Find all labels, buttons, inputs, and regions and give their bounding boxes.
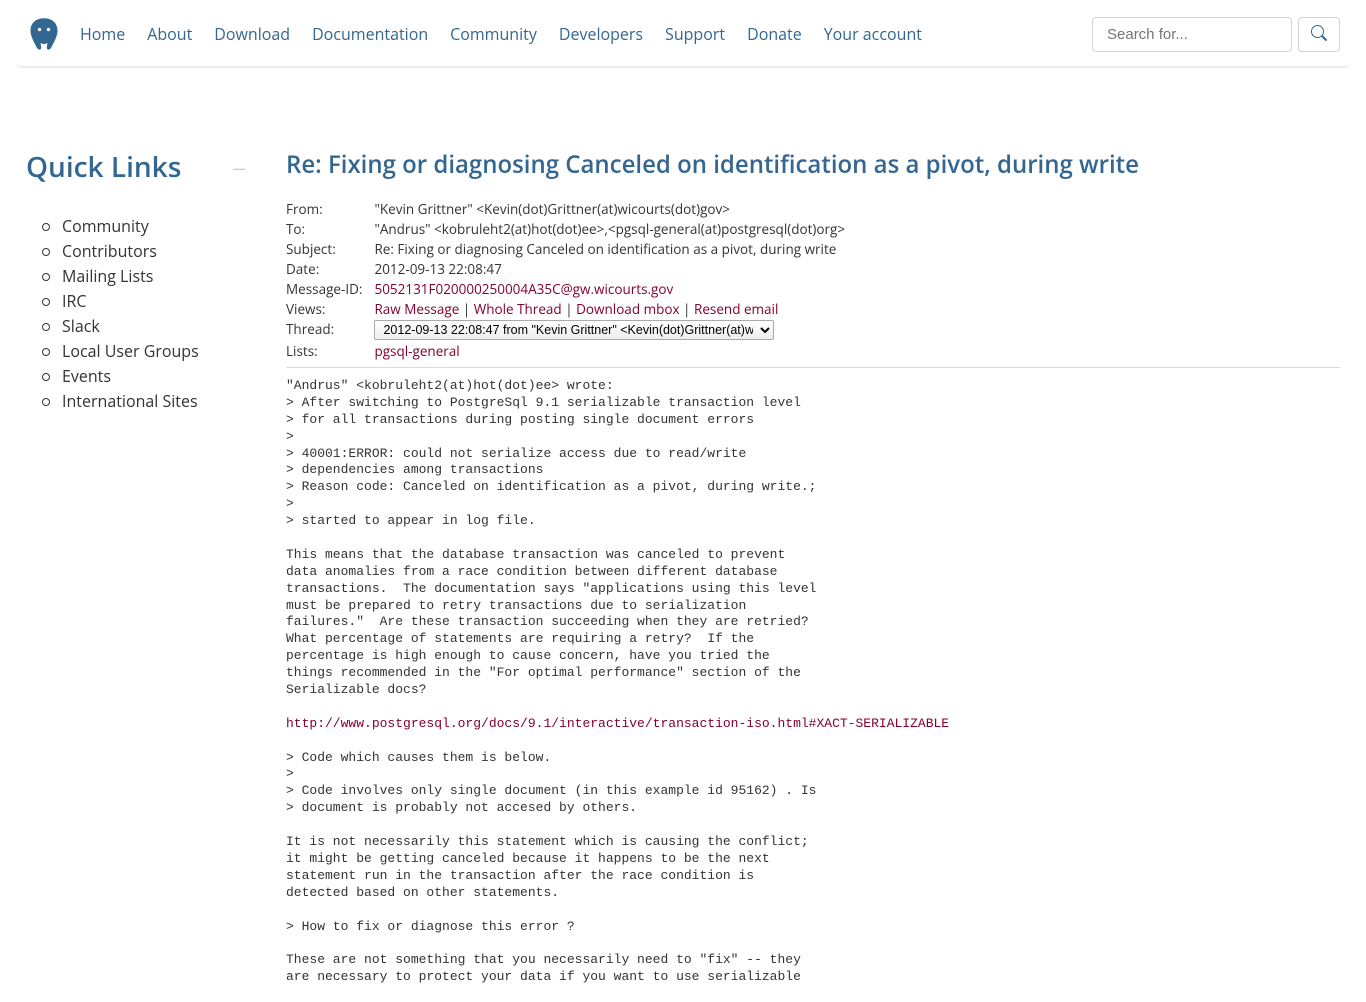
divider bbox=[286, 367, 1340, 368]
body-pre: "Andrus" <kobruleht2(at)hot(dot)ee> wrot… bbox=[286, 378, 817, 697]
main-content: Re: Fixing or diagnosing Canceled on ide… bbox=[286, 148, 1340, 986]
nav-home[interactable]: Home bbox=[80, 23, 125, 45]
message-metadata: From: "Kevin Grittner" <Kevin(dot)Grittn… bbox=[286, 199, 845, 361]
search-icon bbox=[1311, 25, 1327, 44]
sidebar-heading[interactable]: Quick Links bbox=[26, 148, 246, 186]
body-link[interactable]: http://www.postgresql.org/docs/9.1/inter… bbox=[286, 716, 949, 731]
raw-message-link[interactable]: Raw Message bbox=[374, 300, 459, 318]
sidebar-contributors[interactable]: Contributors bbox=[62, 240, 157, 262]
nav-developers[interactable]: Developers bbox=[559, 23, 643, 45]
search-group bbox=[1092, 17, 1340, 52]
sidebar-community[interactable]: Community bbox=[62, 215, 149, 237]
meta-subject-value: Re: Fixing or diagnosing Canceled on ide… bbox=[374, 239, 845, 259]
thread-select[interactable]: 2012-09-13 22:08:47 from "Kevin Grittner… bbox=[374, 320, 774, 340]
meta-from-label: From: bbox=[286, 199, 374, 219]
search-button[interactable] bbox=[1298, 17, 1340, 52]
nav-community[interactable]: Community bbox=[450, 23, 537, 45]
meta-subject-label: Subject: bbox=[286, 239, 374, 259]
meta-lists-label: Lists: bbox=[286, 341, 374, 361]
nav-donate[interactable]: Donate bbox=[747, 23, 802, 45]
sidebar-slack[interactable]: Slack bbox=[62, 315, 100, 337]
meta-to-label: To: bbox=[286, 219, 374, 239]
elephant-logo-icon[interactable] bbox=[26, 16, 62, 52]
resend-email-link[interactable]: Resend email bbox=[694, 300, 778, 318]
meta-msgid-link[interactable]: 5052131F020000250004A35C@gw.wicourts.gov bbox=[374, 280, 673, 298]
meta-views-label: Views: bbox=[286, 299, 374, 319]
nav-link-list: Home About Download Documentation Commun… bbox=[80, 23, 922, 45]
meta-lists-link[interactable]: pgsql-general bbox=[374, 342, 459, 360]
nav-account[interactable]: Your account bbox=[824, 23, 922, 45]
meta-from-value: "Kevin Grittner" <Kevin(dot)Grittner(at)… bbox=[374, 199, 845, 219]
meta-to-value: "Andrus" <kobruleht2(at)hot(dot)ee>,<pgs… bbox=[374, 219, 845, 239]
sidebar-irc[interactable]: IRC bbox=[62, 290, 86, 312]
separator: | bbox=[683, 300, 694, 318]
download-mbox-link[interactable]: Download mbox bbox=[576, 300, 679, 318]
separator: | bbox=[463, 300, 474, 318]
sidebar-international-sites[interactable]: International Sites bbox=[62, 390, 198, 412]
nav-about[interactable]: About bbox=[147, 23, 192, 45]
meta-msgid-label: Message-ID: bbox=[286, 279, 374, 299]
body-post: > Code which causes them is below. > > C… bbox=[286, 750, 817, 985]
sidebar: Quick Links Community Contributors Maili… bbox=[26, 148, 246, 414]
nav-documentation[interactable]: Documentation bbox=[312, 23, 428, 45]
nav-support[interactable]: Support bbox=[665, 23, 725, 45]
search-input[interactable] bbox=[1092, 17, 1292, 52]
whole-thread-link[interactable]: Whole Thread bbox=[474, 300, 562, 318]
meta-thread-label: Thread: bbox=[286, 319, 374, 341]
page-title: Re: Fixing or diagnosing Canceled on ide… bbox=[286, 148, 1340, 181]
sidebar-local-user-groups[interactable]: Local User Groups bbox=[62, 340, 199, 362]
meta-date-label: Date: bbox=[286, 259, 374, 279]
sidebar-mailing-lists[interactable]: Mailing Lists bbox=[62, 265, 153, 287]
message-body: "Andrus" <kobruleht2(at)hot(dot)ee> wrot… bbox=[286, 378, 1340, 986]
meta-date-value: 2012-09-13 22:08:47 bbox=[374, 259, 845, 279]
nav-download[interactable]: Download bbox=[214, 23, 290, 45]
separator: | bbox=[565, 300, 576, 318]
top-navigation: Home About Download Documentation Commun… bbox=[16, 16, 1350, 68]
sidebar-events[interactable]: Events bbox=[62, 365, 111, 387]
